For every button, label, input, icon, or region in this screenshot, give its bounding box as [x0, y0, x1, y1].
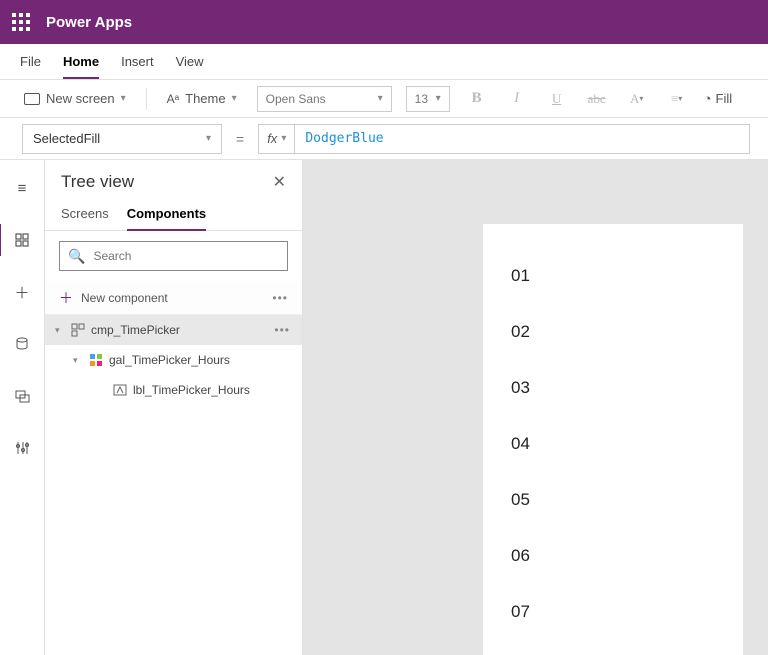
tree-tabs: Screens Components	[45, 200, 302, 231]
more-icon[interactable]: •••	[272, 291, 288, 305]
new-component-row[interactable]: ＋ New component •••	[45, 281, 302, 315]
paint-bucket-icon: ◔	[704, 91, 712, 106]
left-rail: ≡ ＋	[0, 160, 45, 655]
property-select[interactable]: SelectedFill ▾	[22, 124, 222, 154]
search-icon: 🔍	[68, 248, 85, 265]
font-name-value: Open Sans	[266, 92, 326, 106]
theme-button[interactable]: Aᵃ Theme ▾	[161, 87, 243, 110]
sliders-icon	[15, 441, 29, 455]
tab-components[interactable]: Components	[127, 200, 206, 231]
hour-cell[interactable]: 05	[511, 472, 715, 528]
font-name-select[interactable]: Open Sans ▾	[257, 86, 392, 112]
more-icon[interactable]: •••	[274, 323, 290, 337]
tree-item-label-control[interactable]: lbl_TimePicker_Hours	[45, 375, 302, 405]
font-size-select[interactable]: 13 ▾	[406, 86, 450, 112]
media-icon	[15, 389, 30, 403]
chevron-down-icon[interactable]: ▾	[55, 325, 65, 336]
label-icon	[113, 383, 127, 397]
search-box[interactable]: 🔍	[59, 241, 288, 271]
theme-label: Theme	[185, 91, 225, 106]
chevron-down-icon: ▾	[206, 133, 211, 144]
align-button[interactable]: ≡▾	[664, 86, 690, 112]
rail-hamburger[interactable]: ≡	[0, 172, 45, 204]
hour-cell[interactable]: 03	[511, 360, 715, 416]
formula-bar: SelectedFill ▾ = fx ▾ DodgerBlue	[0, 118, 768, 160]
font-color-button[interactable]: A▾	[624, 86, 650, 112]
fx-button[interactable]: fx ▾	[259, 125, 295, 153]
tree-item-label: lbl_TimePicker_Hours	[133, 383, 250, 397]
tree-item-label: cmp_TimePicker	[91, 323, 180, 337]
tree-item-component[interactable]: ▾ cmp_TimePicker •••	[45, 315, 302, 345]
gallery-icon	[89, 353, 103, 367]
underline-button[interactable]: U	[544, 86, 570, 112]
separator	[146, 88, 147, 110]
bold-button[interactable]: B	[464, 86, 490, 112]
formula-input-wrapper: fx ▾ DodgerBlue	[258, 124, 750, 154]
tree-item-gallery[interactable]: ▾ gal_TimePicker_Hours	[45, 345, 302, 375]
app-header: Power Apps	[0, 0, 768, 44]
plus-icon: ＋	[59, 288, 73, 308]
tab-screens[interactable]: Screens	[61, 200, 109, 230]
menu-insert[interactable]: Insert	[121, 46, 154, 77]
close-panel-button[interactable]: ✕	[273, 172, 286, 192]
new-screen-icon	[24, 93, 40, 105]
fill-button[interactable]: ◔ Fill	[704, 91, 732, 106]
chevron-down-icon: ▾	[121, 93, 126, 104]
new-screen-button[interactable]: New screen ▾	[18, 87, 132, 110]
rail-tree-view[interactable]	[0, 224, 43, 256]
hour-cell[interactable]: 01	[511, 248, 715, 304]
rail-insert[interactable]: ＋	[0, 276, 45, 308]
chevron-down-icon: ▾	[378, 93, 383, 104]
property-name: SelectedFill	[33, 131, 100, 146]
chevron-down-icon: ▾	[232, 93, 237, 104]
equals-sign: =	[232, 131, 248, 147]
menu-view[interactable]: View	[176, 46, 204, 77]
chevron-down-icon: ▾	[281, 133, 286, 144]
toolbar: New screen ▾ Aᵃ Theme ▾ Open Sans ▾ 13 ▾…	[0, 80, 768, 118]
hour-cell[interactable]: 07	[511, 584, 715, 640]
component-artboard[interactable]: 01 02 03 04 05 06 07	[483, 224, 743, 655]
canvas[interactable]: 01 02 03 04 05 06 07	[303, 160, 768, 655]
tree-item-label: gal_TimePicker_Hours	[109, 353, 230, 367]
component-icon	[71, 323, 85, 337]
tree-list: ▾ cmp_TimePicker ••• ▾ gal_TimePicker_Ho…	[45, 315, 302, 655]
tree-panel: Tree view ✕ Screens Components 🔍 ＋ New c…	[45, 160, 303, 655]
hour-cell[interactable]: 04	[511, 416, 715, 472]
strikethrough-button[interactable]: abc	[584, 86, 610, 112]
rail-media[interactable]	[0, 380, 45, 412]
app-title: Power Apps	[46, 14, 132, 31]
menu-file[interactable]: File	[20, 46, 41, 77]
fx-label-text: fx	[267, 131, 277, 146]
rail-advanced[interactable]	[0, 432, 45, 464]
tree-view-icon	[15, 233, 29, 247]
formula-value[interactable]: DodgerBlue	[295, 131, 393, 146]
chevron-down-icon[interactable]: ▾	[73, 355, 83, 366]
rail-data[interactable]	[0, 328, 45, 360]
menu-bar: File Home Insert View	[0, 44, 768, 80]
theme-icon: Aᵃ	[167, 92, 179, 106]
italic-button[interactable]: I	[504, 86, 530, 112]
hour-cell[interactable]: 02	[511, 304, 715, 360]
new-screen-label: New screen	[46, 91, 115, 106]
tree-title: Tree view	[61, 172, 134, 192]
new-component-label: New component	[81, 291, 168, 305]
chevron-down-icon: ▾	[436, 93, 441, 104]
search-input[interactable]	[93, 249, 279, 263]
waffle-icon[interactable]	[12, 13, 30, 31]
font-size-value: 13	[415, 92, 428, 106]
menu-home[interactable]: Home	[63, 46, 99, 79]
data-icon	[15, 337, 29, 351]
fill-label: Fill	[716, 91, 733, 106]
hour-cell[interactable]: 06	[511, 528, 715, 584]
